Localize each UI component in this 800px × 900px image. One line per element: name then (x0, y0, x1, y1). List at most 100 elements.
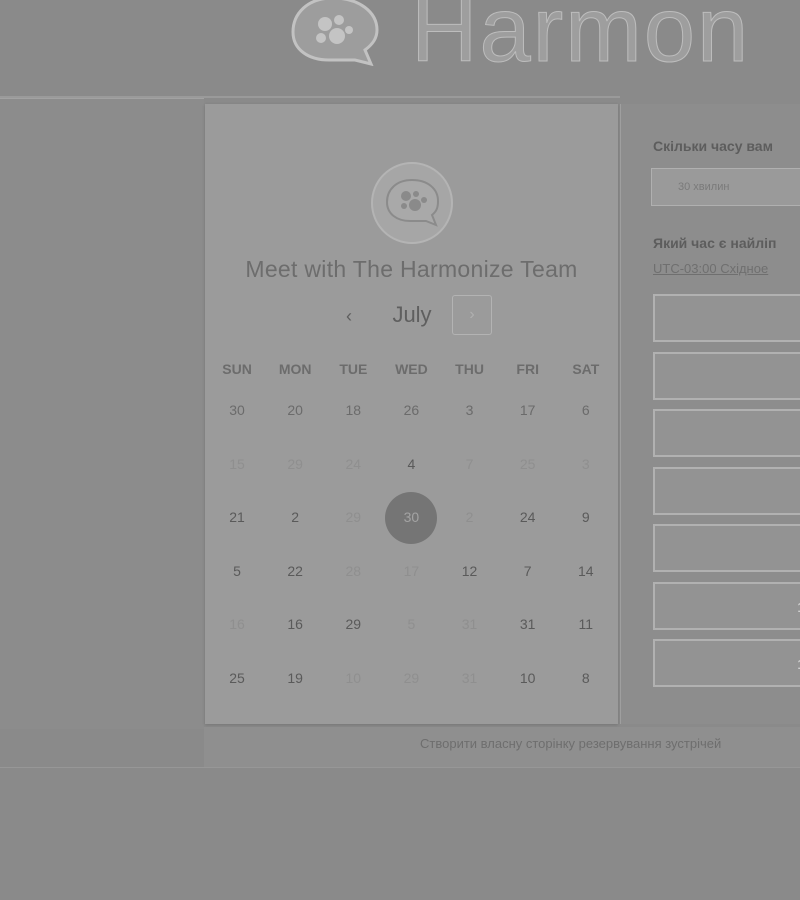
day-number: 31 (519, 616, 536, 632)
day-number: 6 (581, 402, 590, 418)
harmonize-logo-icon (285, 0, 381, 67)
brand-header: Harmon (285, 0, 751, 81)
time-slot-button[interactable]: 6 (653, 524, 800, 572)
calendar-day: 29 (324, 491, 382, 545)
calendar-day: 15 (208, 438, 266, 492)
harmonize-avatar-logo-icon (385, 178, 440, 227)
day-number: 29 (287, 455, 303, 472)
day-number: 29 (345, 509, 362, 525)
calendar-day: 24 (324, 438, 382, 492)
calendar-day: 29 (382, 652, 440, 706)
calendar-day[interactable]: 24 (499, 491, 557, 545)
day-number: 31 (461, 669, 478, 686)
brand-name: Harmon (410, 0, 751, 81)
day-number: 3 (581, 455, 590, 472)
day-number: 22 (287, 562, 303, 579)
calendar-day[interactable]: 30 (208, 384, 266, 438)
day-number: 25 (519, 455, 536, 472)
footer-divider (0, 767, 800, 768)
calendar-day[interactable]: 16 (266, 598, 324, 652)
calendar-day[interactable]: 5 (208, 545, 266, 599)
day-number: 4 (407, 455, 416, 472)
calendar-day[interactable]: 31 (499, 598, 557, 652)
calendar-day[interactable]: 14 (557, 545, 615, 599)
duration-select[interactable]: 30 хвилин (651, 168, 800, 206)
calendar-day[interactable]: 6 (557, 384, 615, 438)
time-slot-button[interactable]: 7 (653, 466, 800, 515)
calendar-day: 10 (324, 652, 382, 706)
calendar-day[interactable]: 4 (382, 438, 440, 492)
calendar-week-row: 30 20 18 26 3 17 6 (208, 384, 615, 438)
day-number: 20 (287, 402, 303, 418)
time-slot-button[interactable]: 10 (653, 639, 800, 687)
calendar-day[interactable]: 20 (266, 384, 324, 438)
calendar-day: 31 (441, 598, 499, 652)
day-number: 28 (345, 562, 362, 579)
calendar-day[interactable]: 21 (208, 491, 266, 545)
day-number: 31 (461, 616, 478, 632)
calendar-day[interactable]: 9 (557, 491, 615, 545)
day-number: 7 (523, 562, 532, 579)
day-number: 19 (287, 669, 303, 686)
calendar-day[interactable]: 26 (382, 384, 440, 438)
calendar-day[interactable]: 2 (266, 491, 324, 545)
duration-question: Скільки часу вам (653, 138, 773, 154)
time-slot-button[interactable]: 1: (653, 409, 800, 457)
calendar-title: Meet with The Harmonize Team (245, 256, 578, 282)
calendar-day: 7 (441, 438, 499, 492)
calendar-day: 17 (382, 545, 440, 599)
day-number: 2 (465, 509, 474, 525)
time-question: Який час є найліп (653, 235, 777, 251)
calendar-day: 16 (208, 598, 266, 652)
day-number: 16 (229, 616, 245, 632)
time-slot-button[interactable]: 6 (653, 351, 800, 400)
day-number: 24 (519, 509, 536, 525)
day-number: 5 (233, 562, 241, 579)
day-number: 29 (403, 669, 420, 686)
time-slot-button[interactable]: 10 (653, 581, 800, 630)
time-slot-button[interactable]: 1: (653, 294, 800, 342)
calendar-day[interactable]: 11 (557, 598, 615, 652)
calendar-day[interactable]: 12 (441, 545, 499, 599)
calendar-day[interactable]: 22 (266, 545, 324, 599)
weekday-label: FRI (516, 361, 539, 377)
month-label: July (392, 302, 432, 327)
weekday-label: SUN (222, 361, 252, 377)
selected-day[interactable]: 30 (382, 491, 440, 545)
day-number: 8 (581, 669, 590, 686)
weekday-label: WED (395, 361, 428, 377)
month-navigation: ‹ July › (205, 292, 618, 340)
calendar-day[interactable]: 7 (499, 545, 557, 599)
day-number: 11 (578, 616, 594, 632)
day-number: 14 (578, 562, 594, 579)
calendar-day[interactable]: 10 (499, 652, 557, 706)
day-number: 10 (519, 669, 536, 686)
calendar-day[interactable]: 19 (266, 652, 324, 706)
calendar-day[interactable]: 18 (324, 384, 382, 438)
calendar-day: 25 (499, 438, 557, 492)
day-number: 17 (403, 562, 420, 579)
next-month-button[interactable]: › (452, 295, 492, 335)
weekday-label: THU (455, 361, 484, 377)
calendar-day[interactable]: 8 (557, 652, 615, 706)
day-number: 21 (229, 509, 245, 525)
calendar-week-row: 15 29 24 4 7 25 3 (208, 438, 615, 492)
previous-month-button[interactable]: ‹ (333, 300, 365, 332)
calendar-day[interactable]: 25 (208, 652, 266, 706)
calendar-week-row: 21 2 29 30 2 24 9 (208, 491, 615, 545)
timezone-selector[interactable]: UTC-03:00 Східное (653, 261, 768, 276)
calendar-day[interactable]: 3 (441, 384, 499, 438)
day-number: 30 (403, 509, 420, 525)
day-number: 12 (461, 562, 478, 579)
calendar-weeks: 30 20 18 26 3 17 6 15 29 24 4 7 25 3 21 2 29 30 2 24 9 5 22 28 1… (208, 384, 615, 705)
calendar-week-row: 25 19 10 29 31 10 8 (208, 652, 615, 706)
day-number: 25 (229, 669, 245, 686)
calendar-day: 31 (441, 652, 499, 706)
create-booking-page-link[interactable]: Створити власну сторінку резервування зу… (420, 736, 721, 751)
calendar-day[interactable]: 17 (499, 384, 557, 438)
day-number: 29 (345, 616, 362, 632)
day-number: 10 (345, 669, 362, 686)
calendar-day[interactable]: 29 (324, 598, 382, 652)
weekday-label: TUE (339, 361, 368, 377)
left-background-panel (0, 98, 204, 729)
